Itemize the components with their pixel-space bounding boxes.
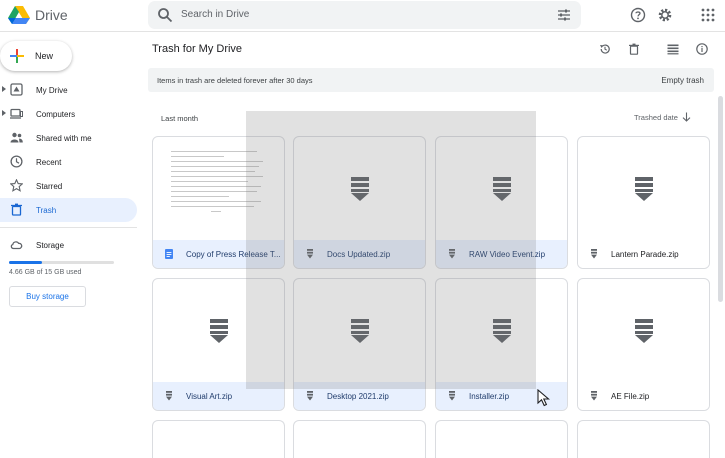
search-input[interactable]: Search in Drive xyxy=(181,9,249,20)
file-card-footer: AE File.zip xyxy=(578,382,709,410)
search-options-icon[interactable] xyxy=(557,8,571,22)
page-title: Trash for My Drive xyxy=(152,43,243,55)
apps-grid-icon[interactable] xyxy=(700,7,716,23)
sort-label: Trashed date xyxy=(634,112,678,122)
search-icon[interactable] xyxy=(157,7,173,23)
selection-rectangle xyxy=(246,111,536,389)
plus-icon xyxy=(10,49,24,63)
sidebar-item-shared-with-me[interactable]: Shared with me xyxy=(0,126,137,150)
expand-arrow-icon[interactable] xyxy=(2,110,6,116)
zip-small-icon xyxy=(449,391,455,401)
cloud-icon xyxy=(10,241,23,250)
support-icon[interactable] xyxy=(630,7,646,23)
file-name: Visual Art.zip xyxy=(186,391,233,401)
sidebar-item-label: Recent xyxy=(36,158,62,167)
scrollbar[interactable] xyxy=(718,96,723,302)
sidebar-item-label: My Drive xyxy=(36,86,68,95)
delete-forever-icon[interactable] xyxy=(628,43,640,55)
new-button-label: New xyxy=(35,51,54,61)
shared-icon xyxy=(10,132,23,143)
zip-preview xyxy=(578,137,709,241)
empty-trash-button[interactable]: Empty trash xyxy=(661,76,704,85)
expand-arrow-icon[interactable] xyxy=(2,86,6,92)
sidebar-item-trash[interactable]: Trash xyxy=(0,198,137,222)
restore-icon[interactable] xyxy=(599,43,611,55)
storage-usage-text: 4.66 GB of 15 GB used xyxy=(9,269,82,276)
mouse-cursor-icon xyxy=(537,389,550,407)
info-icon[interactable] xyxy=(696,43,708,55)
settings-icon[interactable] xyxy=(657,7,673,23)
zip-file-icon xyxy=(209,319,228,343)
file-card[interactable] xyxy=(293,420,426,458)
sort-control[interactable]: Trashed date xyxy=(634,112,691,122)
file-card[interactable] xyxy=(152,420,285,458)
file-name: Desktop 2021.zip xyxy=(327,391,389,401)
file-card[interactable]: AE File.zip xyxy=(577,278,710,411)
my-drive-icon xyxy=(10,83,23,96)
buy-storage-button[interactable]: Buy storage xyxy=(9,286,86,307)
clock-icon xyxy=(10,155,23,168)
zip-small-icon xyxy=(307,391,313,401)
file-card[interactable] xyxy=(577,420,710,458)
file-card[interactable] xyxy=(435,420,568,458)
file-name: Installer.zip xyxy=(469,391,510,401)
arrow-down-icon[interactable] xyxy=(682,112,691,122)
sidebar-divider xyxy=(0,227,137,228)
sidebar-item-my-drive[interactable]: My Drive xyxy=(0,78,137,102)
file-name: AE File.zip xyxy=(611,391,650,401)
file-name: Lantern Parade.zip xyxy=(611,249,679,259)
trash-notice-banner: Items in trash are deleted forever after… xyxy=(148,68,714,92)
sidebar-item-recent[interactable]: Recent xyxy=(0,150,137,174)
file-card-footer: Lantern Parade.zip xyxy=(578,240,709,268)
google-doc-icon xyxy=(165,249,173,259)
new-button[interactable]: New xyxy=(0,41,72,71)
sidebar-item-label: Shared with me xyxy=(36,134,92,143)
drive-logo[interactable]: Drive xyxy=(8,5,68,25)
list-view-icon[interactable] xyxy=(667,43,679,55)
zip-file-icon xyxy=(634,319,653,343)
storage-progress-fill xyxy=(9,261,42,264)
storage-progress-bar xyxy=(9,261,114,264)
zip-small-icon xyxy=(166,391,172,401)
star-icon xyxy=(10,179,23,192)
top-bar: Drive Search in Drive xyxy=(0,0,725,32)
sidebar-item-label: Trash xyxy=(36,206,57,215)
zip-preview xyxy=(578,279,709,383)
section-header: Last month xyxy=(161,114,199,123)
zip-small-icon xyxy=(591,391,597,401)
drive-logo-icon xyxy=(8,6,30,24)
computers-icon xyxy=(10,108,23,119)
sidebar-item-starred[interactable]: Starred xyxy=(0,174,137,198)
sidebar-item-label: Starred xyxy=(36,182,63,191)
zip-file-icon xyxy=(634,177,653,201)
trash-notice-text: Items in trash are deleted forever after… xyxy=(157,76,313,85)
trash-icon xyxy=(11,203,22,216)
sidebar-item-storage[interactable]: Storage xyxy=(0,233,137,257)
file-card[interactable]: Lantern Parade.zip xyxy=(577,136,710,269)
zip-small-icon xyxy=(591,249,597,259)
sidebar-item-computers[interactable]: Computers xyxy=(0,102,137,126)
sidebar-item-label: Computers xyxy=(36,110,76,119)
sidebar-item-label: Storage xyxy=(36,241,65,250)
drive-app: Drive Search in Drive New My Drive Compu… xyxy=(0,0,725,458)
search-bar[interactable]: Search in Drive xyxy=(148,1,581,29)
app-name: Drive xyxy=(35,7,68,23)
